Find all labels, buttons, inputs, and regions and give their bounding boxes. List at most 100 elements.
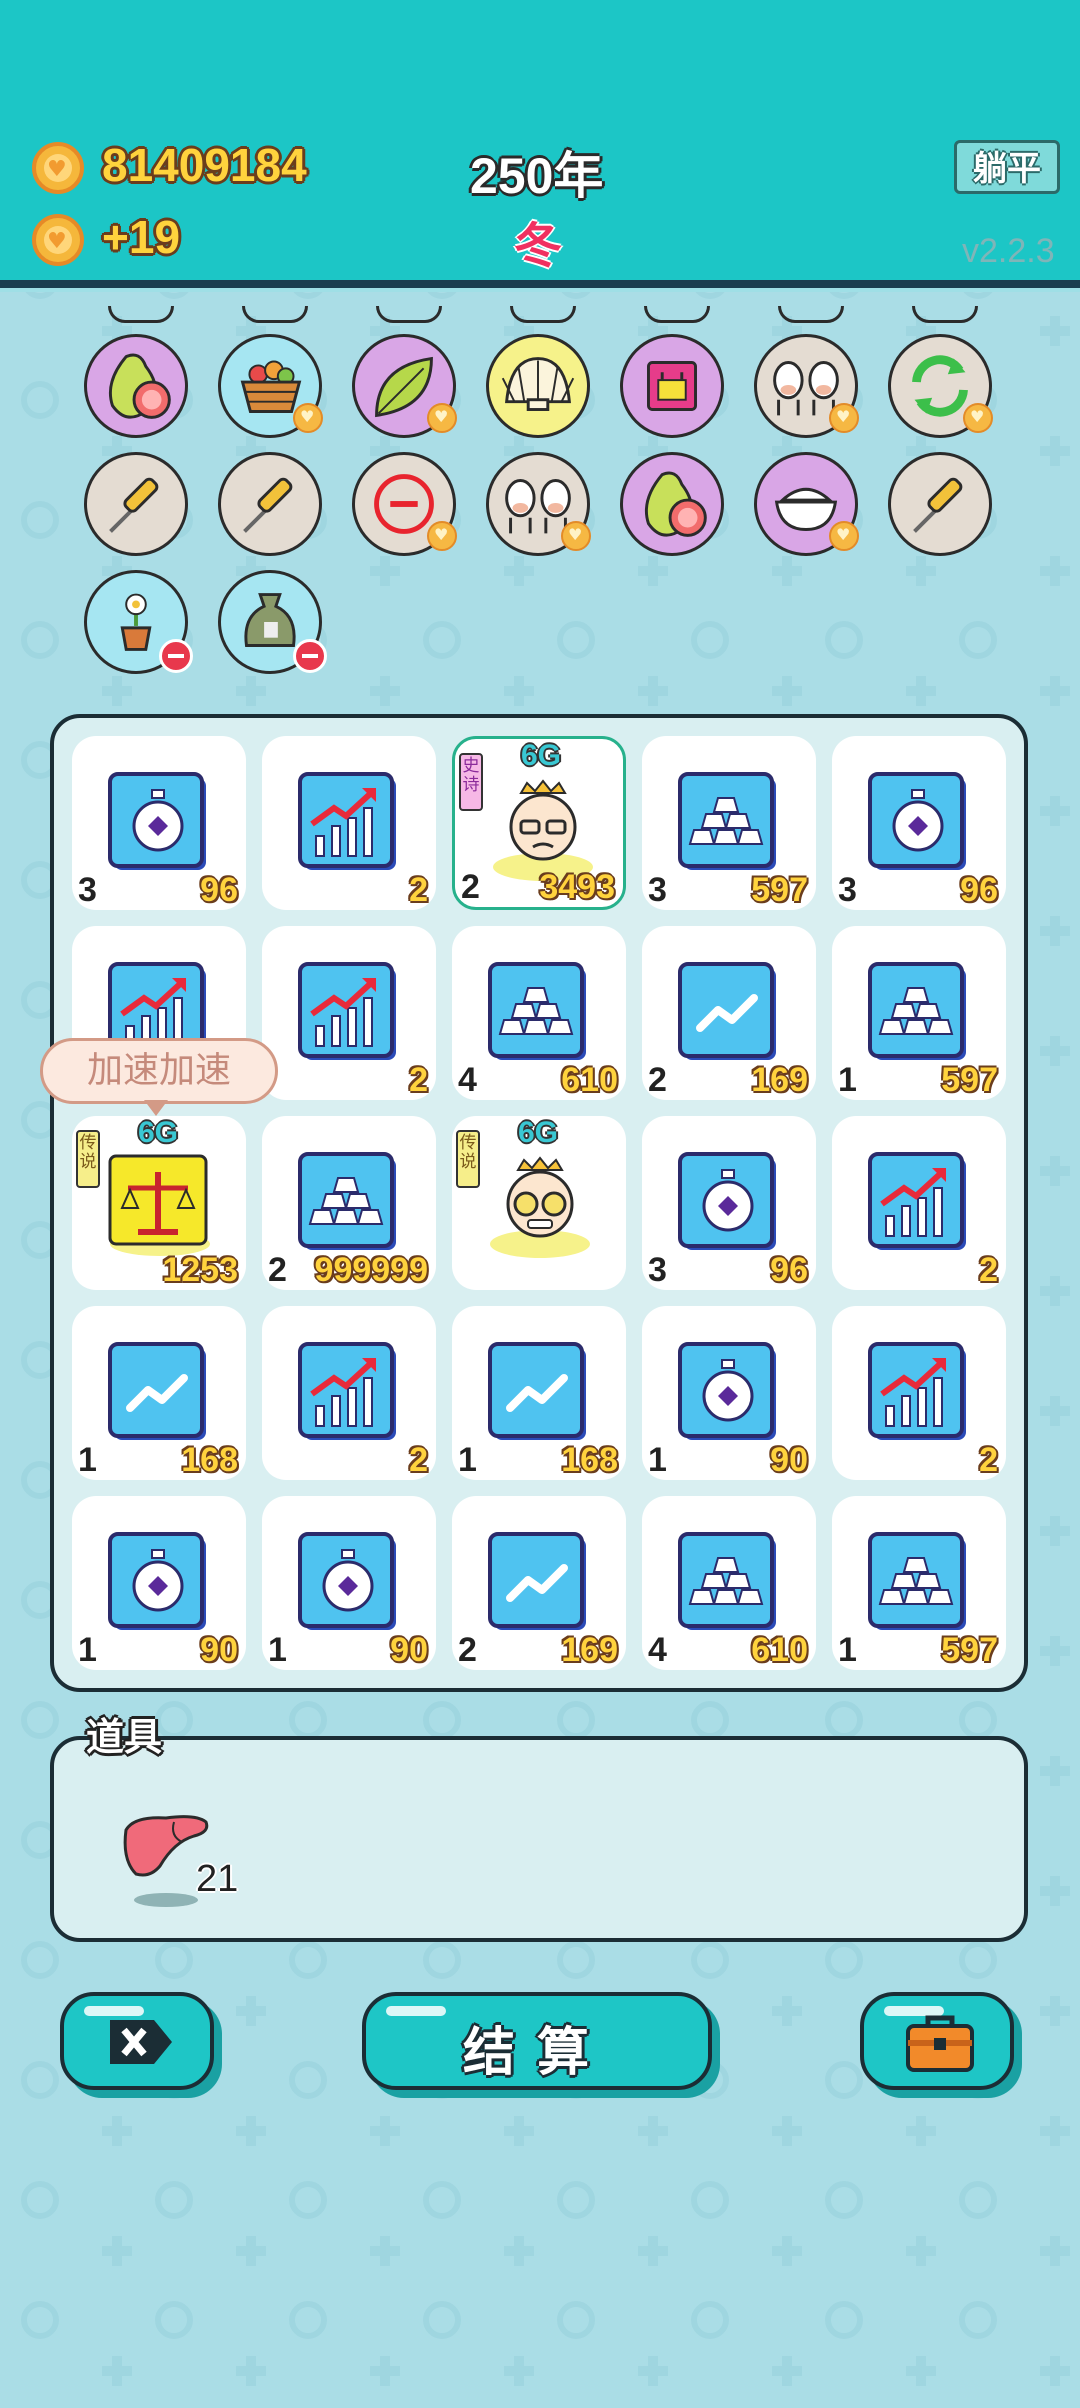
heart-badge-icon — [963, 403, 993, 433]
pink-box-item[interactable] — [620, 334, 724, 438]
stock-tile[interactable]: 2 — [262, 736, 436, 910]
stock-tile[interactable]: 2 — [262, 926, 436, 1100]
stock-tile[interactable]: 4 610 — [642, 1496, 816, 1670]
pomelo-icon — [108, 353, 171, 419]
season-label: 冬 — [514, 218, 563, 274]
stock-tile[interactable]: 1 168 — [452, 1306, 626, 1480]
lie-flat-button[interactable]: 躺平 — [954, 140, 1060, 194]
stock-tile[interactable]: 2 169 — [642, 926, 816, 1100]
growth-chart-icon — [298, 962, 396, 1060]
tile-value: 169 — [561, 1631, 618, 1669]
stock-tile[interactable]: 1 90 — [262, 1496, 436, 1670]
stopwatch-icon — [108, 1532, 206, 1630]
heart-badge-icon — [829, 403, 859, 433]
stock-tile[interactable]: 2 999999 — [262, 1116, 436, 1290]
income-coin-icon: ♥ — [32, 214, 84, 266]
year-label: 250年 — [470, 148, 604, 204]
flower-pot-item[interactable] — [84, 570, 193, 674]
settle-button[interactable]: 结算 — [362, 1992, 712, 2090]
rarity-tag: 传说 — [456, 1130, 480, 1188]
close-button[interactable] — [60, 1992, 214, 2090]
stock-tile[interactable]: 2 169 — [452, 1496, 626, 1670]
coin-icon: ♥ — [32, 142, 84, 194]
items-title: 道具 — [86, 1715, 163, 1759]
shell-item[interactable] — [486, 334, 590, 438]
tile-level: 4 — [648, 1631, 667, 1669]
stock-tile[interactable]: 6G 史诗 2 3493 — [452, 736, 626, 910]
stock-tile[interactable]: 6G 传说 — [452, 1116, 626, 1290]
stock-tile[interactable]: 3 96 — [72, 736, 246, 910]
refresh-item[interactable] — [888, 334, 993, 438]
cows-item[interactable] — [754, 334, 859, 438]
stock-tile[interactable]: 2 — [832, 1306, 1006, 1480]
tile-value: 96 — [960, 871, 998, 909]
remove-badge-icon[interactable] — [159, 639, 193, 673]
rice-bowl-item[interactable] — [754, 452, 859, 556]
trend-line-icon — [488, 1532, 586, 1630]
heart-badge-icon — [829, 521, 859, 551]
tile-level: 1 — [458, 1441, 477, 1479]
stock-tile[interactable]: 3 96 — [832, 736, 1006, 910]
leaf-item[interactable] — [352, 334, 457, 438]
tile-level: 3 — [648, 1251, 667, 1289]
stock-tile[interactable]: 4 610 — [452, 926, 626, 1100]
sack-item[interactable] — [218, 570, 327, 674]
tile-value: 169 — [751, 1061, 808, 1099]
stock-tile[interactable]: 3 96 — [642, 1116, 816, 1290]
stock-tile[interactable]: 1 597 — [832, 1496, 1006, 1670]
tile-value: 999999 — [314, 1251, 428, 1289]
shell-icon — [501, 357, 575, 411]
liver-count: 21 — [196, 1858, 239, 1900]
stock-tile[interactable]: 1 168 — [72, 1306, 246, 1480]
tile-value: 610 — [751, 1631, 808, 1669]
header-divider-light — [0, 288, 1080, 292]
balance-scale-icon — [108, 1154, 210, 1256]
screwdriver-item[interactable] — [888, 452, 992, 556]
stock-tile[interactable]: 1 597 — [832, 926, 1006, 1100]
screwdriver-item[interactable] — [218, 452, 322, 556]
no-entry-item[interactable] — [352, 452, 457, 556]
fruit-basket-item[interactable] — [218, 334, 323, 438]
tile-value: 597 — [941, 1631, 998, 1669]
stock-tile[interactable]: 2 — [832, 1116, 1006, 1290]
scrolled-circle-edge — [242, 306, 308, 323]
rarity-tag: 传说 — [76, 1130, 100, 1188]
header-divider — [0, 280, 1080, 288]
briefcase-button[interactable] — [860, 1992, 1014, 2090]
tile-level: 1 — [78, 1631, 97, 1669]
tile-value: 2 — [409, 871, 428, 909]
stopwatch-icon — [868, 772, 966, 870]
tile-value: 597 — [751, 871, 808, 909]
stock-tile[interactable]: 6G 传说 1253 — [72, 1116, 246, 1290]
tile-value: 2 — [409, 1441, 428, 1479]
tile-level: 1 — [838, 1631, 857, 1669]
growth-chart-icon — [298, 772, 396, 870]
remove-badge-icon[interactable] — [293, 639, 327, 673]
scrolled-circle-edge — [912, 306, 978, 323]
heart-badge-icon — [293, 403, 323, 433]
tile-level: 3 — [78, 871, 97, 909]
tile-value: 90 — [200, 1631, 238, 1669]
tile-level: 1 — [838, 1061, 857, 1099]
gold-bars-icon — [868, 962, 966, 1060]
stock-tile[interactable]: 1 90 — [72, 1496, 246, 1670]
tile-value: 96 — [200, 871, 238, 909]
tile-level: 1 — [268, 1631, 287, 1669]
scrolled-circle-edge — [510, 306, 576, 323]
tile-value: 2 — [409, 1061, 428, 1099]
tile-level: 1 — [648, 1441, 667, 1479]
stopwatch-icon — [678, 1342, 776, 1440]
tile-level: 3 — [838, 871, 857, 909]
stock-tile[interactable]: 1 90 — [642, 1306, 816, 1480]
screwdriver-item[interactable] — [84, 452, 188, 556]
stock-tile[interactable]: 2 — [262, 1306, 436, 1480]
bubble-tail — [144, 1100, 168, 1116]
tile-value: 597 — [941, 1061, 998, 1099]
stock-tile[interactable]: 3 597 — [642, 736, 816, 910]
pomelo-item[interactable] — [620, 452, 724, 556]
screwdriver-icon — [109, 477, 159, 533]
pomelo-item[interactable] — [84, 334, 188, 438]
cows-item[interactable] — [486, 452, 591, 556]
close-icon — [110, 2020, 172, 2064]
tile-value: 168 — [181, 1441, 238, 1479]
